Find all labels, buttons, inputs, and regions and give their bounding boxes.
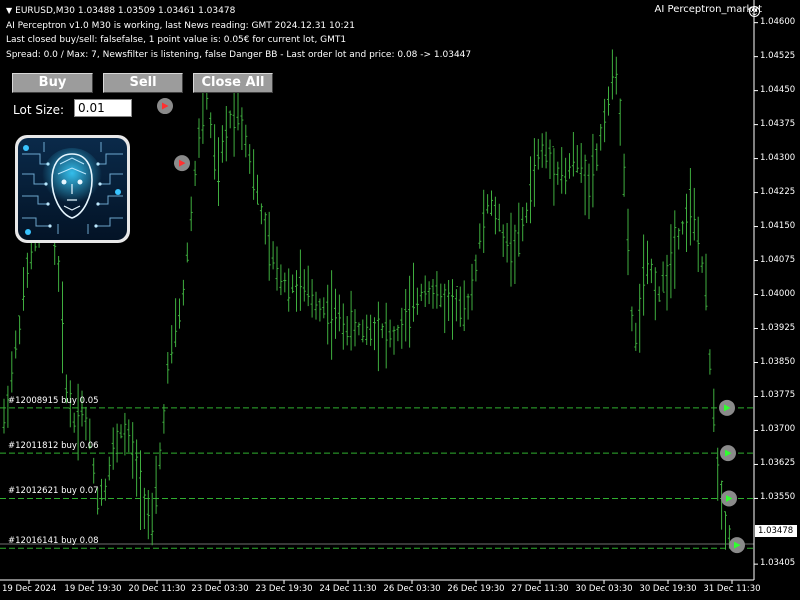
price-tick-label: 1.04225 [760, 186, 796, 197]
price-axis[interactable]: 1.04600 1.04525 1.04450 1.04375 1.04300 1.042… [754, 0, 800, 580]
lot-size-input[interactable] [74, 99, 132, 117]
time-tick-label: 24 Dec 11:30 [319, 584, 377, 594]
price-tick-label: 1.03850 [760, 356, 796, 367]
symbol-line: ▼ EURUSD,M30 1.03488 1.03509 1.03461 1.03… [6, 6, 236, 16]
time-tick-label: 23 Dec 19:30 [255, 584, 313, 594]
close-all-button[interactable]: Close All [193, 73, 273, 93]
order-label[interactable]: #12016141 buy 0.08 [8, 536, 99, 546]
price-tick-label: 1.04525 [760, 50, 796, 61]
sell-button[interactable]: Sell [103, 73, 183, 93]
order-label[interactable]: #12008915 buy 0.05 [8, 396, 99, 406]
ea-name-label: AI Perceptron_market [654, 4, 762, 15]
price-tick-label: 1.04600 [760, 16, 796, 27]
price-tick-label: 1.03625 [760, 458, 796, 469]
last-closed-line: Last closed buy/sell: falsefalse, 1 poin… [6, 35, 347, 45]
time-tick-label: 26 Dec 19:30 [447, 584, 505, 594]
order-label[interactable]: #12011812 buy 0.06 [8, 441, 99, 451]
candles [2, 49, 731, 550]
dropdown-triangle-icon[interactable]: ▼ [6, 6, 12, 15]
time-tick-label: 30 Dec 19:30 [639, 584, 697, 594]
buy-button[interactable]: Buy [12, 73, 93, 93]
spread-line: Spread: 0.0 / Max: 7, Newsfilter is list… [6, 49, 472, 60]
ea-status-line: AI Perceptron v1.0 M30 is working, last … [6, 20, 355, 31]
price-tick-label: 1.04150 [760, 220, 796, 231]
time-tick-label: 30 Dec 03:30 [575, 584, 633, 594]
price-tick-label: 1.03925 [760, 322, 796, 333]
price-tick-label: 1.04450 [760, 84, 796, 95]
time-tick-label: 26 Dec 03:30 [383, 584, 441, 594]
price-tick-label: 1.04000 [760, 288, 796, 299]
current-price-tag: 1.03478 [755, 525, 797, 538]
ai-perceptron-logo [15, 135, 130, 243]
price-tick-label: 1.04375 [760, 118, 796, 129]
lot-size-label: Lot Size: [13, 103, 65, 117]
time-tick-label: 20 Dec 11:30 [128, 584, 186, 594]
time-tick-label: 27 Dec 11:30 [511, 584, 569, 594]
time-tick-label: 19 Dec 2024 [2, 584, 57, 594]
price-tick-label: 1.03405 [760, 558, 796, 569]
time-tick-label: 23 Dec 03:30 [191, 584, 249, 594]
price-tick-label: 1.03550 [760, 492, 796, 503]
price-tick-label: 1.03775 [760, 390, 796, 401]
time-tick-label: 31 Dec 11:30 [703, 584, 761, 594]
price-tick-label: 1.04300 [760, 152, 796, 163]
chart-info-panel: ▼ EURUSD,M30 1.03488 1.03509 1.03461 1.03… [6, 4, 471, 62]
price-tick-label: 1.04075 [760, 254, 796, 265]
trade-markers [157, 98, 745, 554]
time-tick-label: 19 Dec 19:30 [64, 584, 122, 594]
order-label[interactable]: #12012621 buy 0.07 [8, 486, 99, 496]
price-tick-label: 1.03700 [760, 424, 796, 435]
